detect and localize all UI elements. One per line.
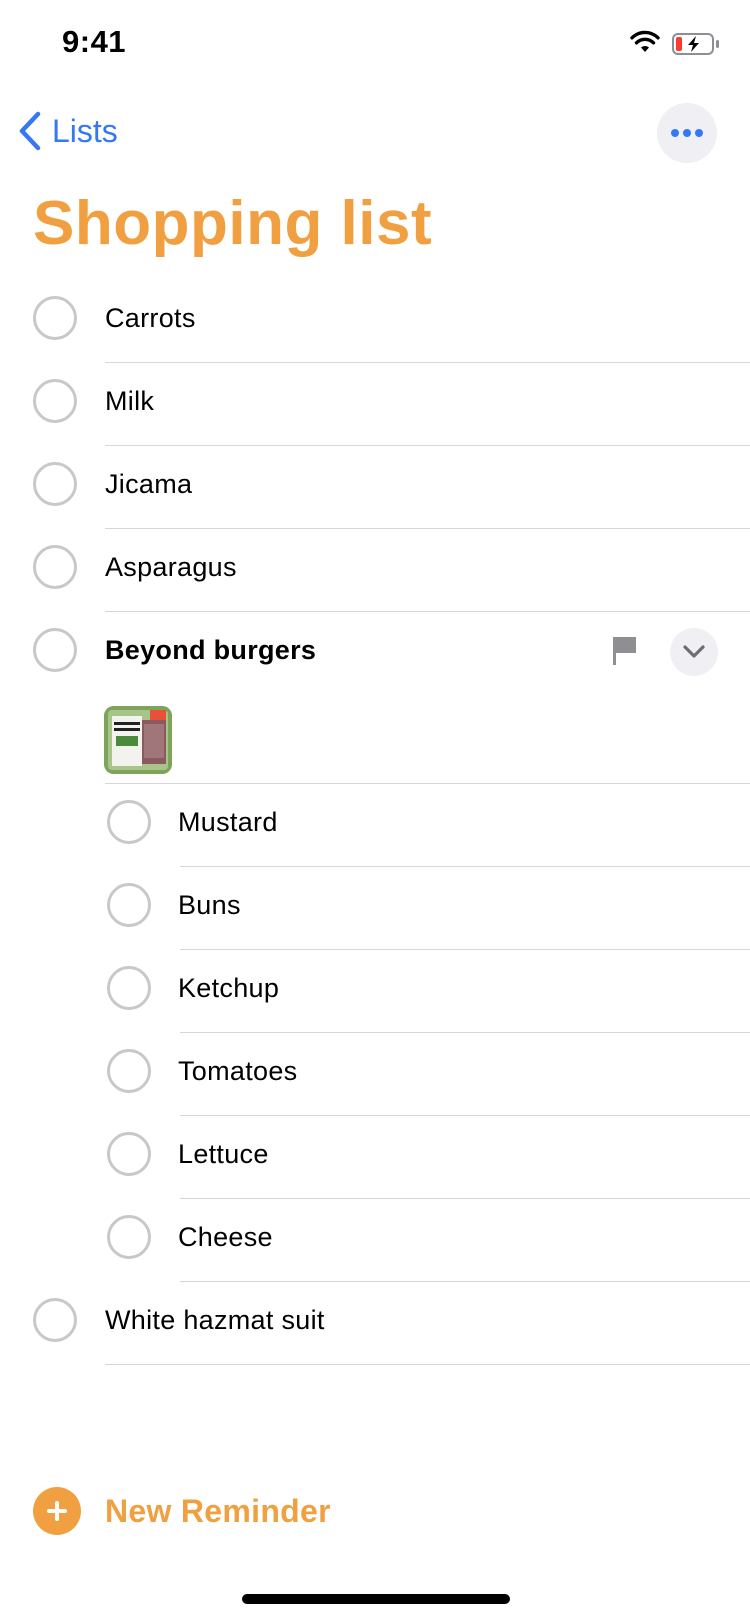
subtask-row[interactable]: Cheese	[0, 1199, 750, 1282]
complete-circle[interactable]	[107, 800, 151, 844]
reminder-title[interactable]: Beyond burgers	[105, 628, 316, 672]
reminder-row[interactable]: Asparagus	[0, 529, 750, 612]
complete-circle[interactable]	[33, 1298, 77, 1342]
subtask-title[interactable]: Tomatoes	[178, 1049, 297, 1093]
complete-circle[interactable]	[33, 379, 77, 423]
image-attachment-thumbnail[interactable]	[104, 706, 172, 774]
row-divider	[105, 1364, 750, 1365]
home-indicator[interactable]	[242, 1594, 510, 1604]
complete-circle[interactable]	[33, 545, 77, 589]
reminder-list: Carrots Milk Jicama Asparagus Beyond bur…	[0, 280, 750, 1365]
complete-circle[interactable]	[107, 1215, 151, 1259]
new-reminder-label: New Reminder	[105, 1492, 331, 1529]
complete-circle[interactable]	[107, 1132, 151, 1176]
battery-icon	[672, 33, 719, 55]
reminder-row-expanded[interactable]: Beyond burgers	[0, 612, 750, 784]
subtask-title[interactable]: Lettuce	[178, 1132, 269, 1176]
complete-circle[interactable]	[107, 966, 151, 1010]
complete-circle[interactable]	[33, 296, 77, 340]
reminder-title[interactable]: Asparagus	[105, 545, 237, 589]
navigation-bar: Lists	[0, 96, 750, 166]
reminder-row[interactable]: Jicama	[0, 446, 750, 529]
flag-icon	[613, 637, 636, 665]
reminder-row[interactable]: Milk	[0, 363, 750, 446]
status-bar: 9:41	[0, 0, 750, 90]
subtask-title[interactable]: Mustard	[178, 800, 278, 844]
list-title: Shopping list	[33, 189, 433, 258]
reminder-row[interactable]: Carrots	[0, 280, 750, 363]
new-reminder-button[interactable]: New Reminder	[33, 1486, 331, 1536]
back-button[interactable]: Lists	[16, 106, 118, 156]
reminder-title[interactable]: Carrots	[105, 296, 196, 340]
reminder-title[interactable]: Milk	[105, 379, 154, 423]
reminder-row[interactable]: White hazmat suit	[0, 1282, 750, 1365]
reminder-title[interactable]: Jicama	[105, 462, 192, 506]
subtask-row[interactable]: Buns	[0, 867, 750, 950]
complete-circle[interactable]	[107, 883, 151, 927]
ellipsis-icon	[671, 129, 703, 137]
complete-circle[interactable]	[107, 1049, 151, 1093]
reminder-title[interactable]: White hazmat suit	[105, 1298, 325, 1342]
chevron-left-icon	[19, 111, 41, 151]
subtask-row[interactable]: Ketchup	[0, 950, 750, 1033]
back-button-label: Lists	[52, 112, 118, 149]
beyond-burger-package-image	[104, 706, 172, 774]
wifi-icon	[630, 30, 660, 52]
plus-circle-icon	[33, 1487, 81, 1535]
subtask-row[interactable]: Lettuce	[0, 1116, 750, 1199]
subtask-row[interactable]: Mustard	[0, 784, 750, 867]
complete-circle[interactable]	[33, 462, 77, 506]
subtask-title[interactable]: Buns	[178, 883, 241, 927]
subtask-title[interactable]: Ketchup	[178, 966, 279, 1010]
more-options-button[interactable]	[657, 103, 717, 163]
subtask-row[interactable]: Tomatoes	[0, 1033, 750, 1116]
collapse-subtasks-button[interactable]	[670, 628, 718, 676]
complete-circle[interactable]	[33, 628, 77, 672]
subtask-title[interactable]: Cheese	[178, 1215, 273, 1259]
status-time: 9:41	[62, 24, 127, 59]
chevron-down-icon	[683, 645, 705, 658]
